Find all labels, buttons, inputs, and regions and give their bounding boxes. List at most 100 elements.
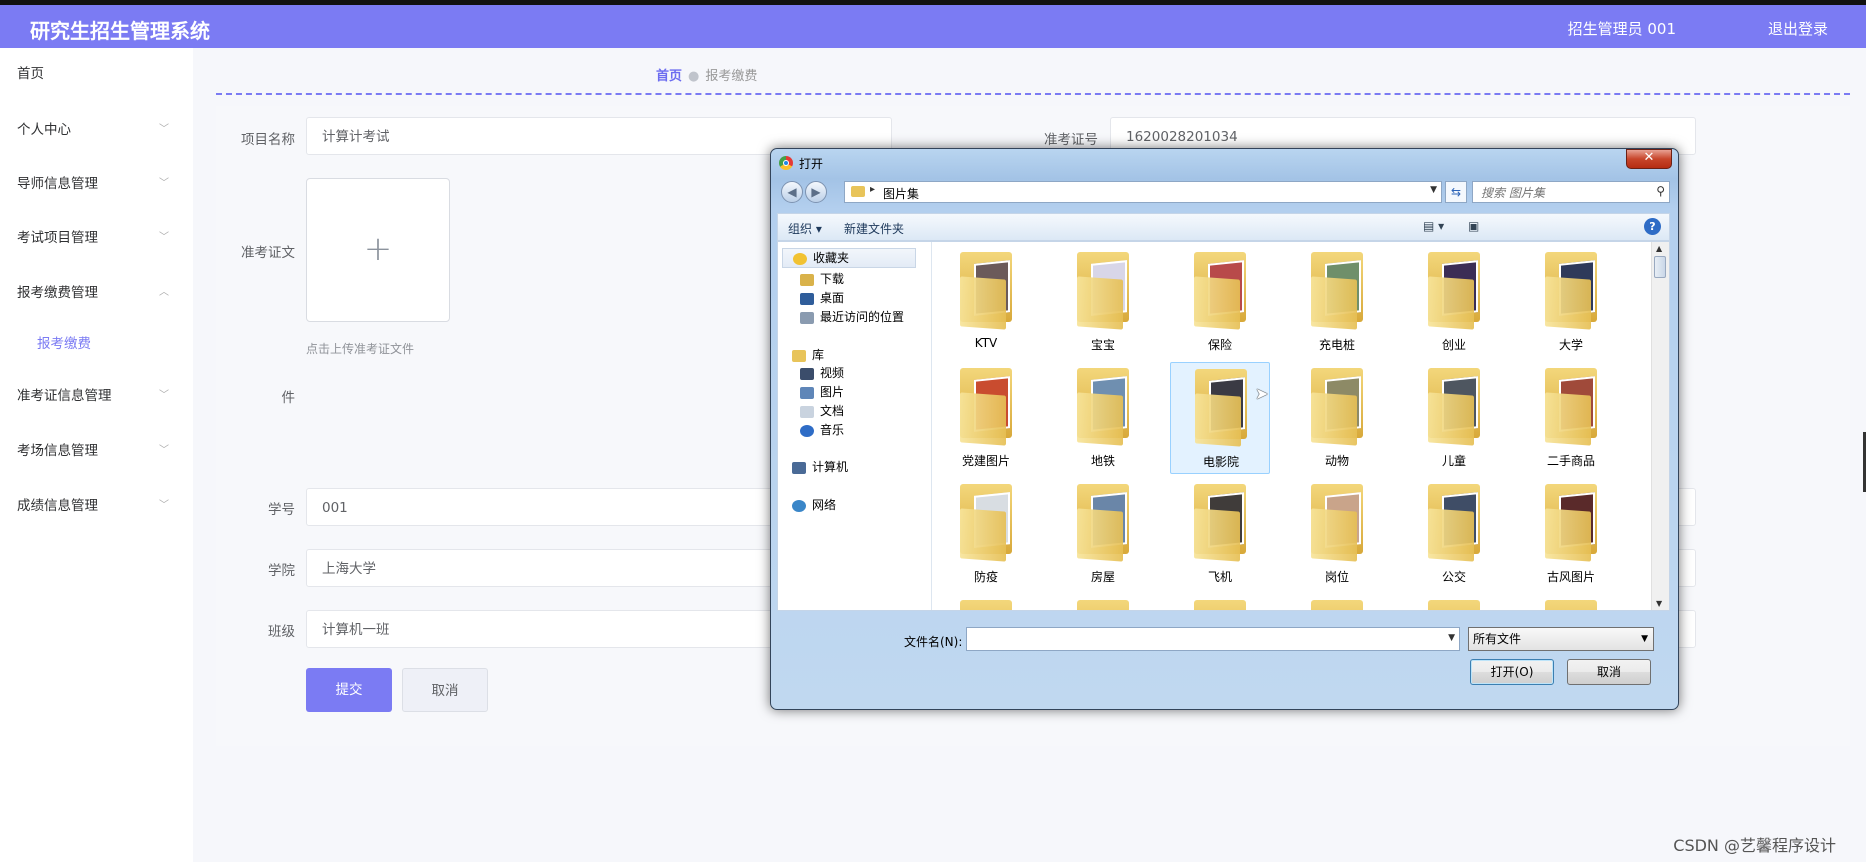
scroll-down-icon[interactable]: ▼ xyxy=(1656,599,1662,608)
folder-item[interactable]: 岗位 xyxy=(1287,478,1387,590)
folder-front xyxy=(1428,276,1474,330)
sidebar-item-exam-room-management[interactable]: 考场信息管理 ﹀ xyxy=(0,431,193,471)
folder-front xyxy=(1428,508,1474,562)
back-button[interactable]: ◀ xyxy=(781,181,803,203)
folder-item[interactable]: 保险 xyxy=(1170,246,1270,358)
preview-pane-icon[interactable]: ▣ xyxy=(1468,219,1479,233)
refresh-button[interactable]: ⇆ xyxy=(1445,181,1467,203)
breadcrumb-separator-icon: ● xyxy=(688,69,700,84)
folder-item[interactable] xyxy=(1521,594,1621,610)
sidebar-item-payment[interactable]: 报考缴费 xyxy=(0,324,193,364)
folder-item[interactable] xyxy=(1170,594,1270,610)
folder-item[interactable] xyxy=(1404,594,1504,610)
recent-places-icon xyxy=(800,311,814,324)
nav-network[interactable]: 网络 xyxy=(792,496,836,513)
nav-recent[interactable]: 最近访问的位置 xyxy=(800,308,904,325)
address-path: 图片集 xyxy=(883,187,920,201)
folder-item[interactable]: 宝宝 xyxy=(1053,246,1153,358)
folder-item[interactable]: 儿童 xyxy=(1404,362,1504,474)
dialog-title: 打开 xyxy=(799,157,824,171)
sidebar-item-exam-project-management[interactable]: 考试项目管理 ﹀ xyxy=(0,218,193,258)
folder-front xyxy=(1194,276,1240,330)
dialog-close-button[interactable]: ✕ xyxy=(1626,149,1672,169)
nav-favorites[interactable]: 收藏夹 xyxy=(782,248,916,268)
folder-item[interactable]: 二手商品 xyxy=(1521,362,1621,474)
folder-item[interactable]: 充电桩 xyxy=(1287,246,1387,358)
desktop-icon xyxy=(800,292,814,305)
chevron-down-icon[interactable]: ▼ xyxy=(1448,633,1455,643)
folder-item[interactable]: 大学 xyxy=(1521,246,1621,358)
breadcrumb-home[interactable]: 首页 xyxy=(656,69,682,84)
folder-icon xyxy=(1311,600,1363,610)
search-box[interactable]: ⚲ xyxy=(1472,181,1670,203)
folder-icon xyxy=(1194,600,1246,610)
sidebar: 首页 个人中心 ﹀ 导师信息管理 ﹀ 考试项目管理 ﹀ 报考缴费管理 ︿ 报考缴费 准考… xyxy=(0,48,193,862)
forward-button[interactable]: ▶ xyxy=(805,181,827,203)
view-options-icon[interactable]: ▤ ▾ xyxy=(1423,219,1444,233)
folder-item[interactable] xyxy=(1287,594,1387,610)
folder-item[interactable]: 电影院 xyxy=(1170,362,1270,474)
folder-item[interactable] xyxy=(1053,594,1153,610)
sidebar-item-home[interactable]: 首页 xyxy=(0,54,193,94)
nav-computer[interactable]: 计算机 xyxy=(792,458,848,475)
nav-documents[interactable]: 文档 xyxy=(800,402,844,419)
vertical-scrollbar[interactable]: ▲ ▼ xyxy=(1651,242,1669,610)
organize-menu[interactable]: 组织 ▾ xyxy=(788,220,822,237)
logout-link[interactable]: 退出登录 xyxy=(1768,18,1828,39)
address-bar[interactable]: ▸ 图片集 ▼ xyxy=(844,181,1442,203)
sidebar-item-tutor-management[interactable]: 导师信息管理 ﹀ xyxy=(0,164,193,204)
chevron-down-icon[interactable]: ▼ xyxy=(1430,185,1437,195)
dialog-cancel-button[interactable]: 取消 xyxy=(1567,659,1651,685)
file-type-select[interactable]: 所有文件 ▼ xyxy=(1468,627,1654,651)
folder-front xyxy=(960,508,1006,562)
chevron-down-icon: ﹀ xyxy=(159,445,169,456)
folder-item[interactable]: 飞机 xyxy=(1170,478,1270,590)
sidebar-item-payment-management[interactable]: 报考缴费管理 ︿ xyxy=(0,273,193,313)
folder-front xyxy=(1077,276,1123,330)
address-bar-row: ◀ ▶ ▸ 图片集 ▼ ⇆ ⚲ xyxy=(777,179,1670,207)
sidebar-item-score-management[interactable]: 成绩信息管理 ﹀ xyxy=(0,486,193,526)
help-icon[interactable]: ? xyxy=(1644,218,1661,235)
folder-label: 二手商品 xyxy=(1546,454,1595,468)
nav-music[interactable]: 音乐 xyxy=(800,421,844,438)
folder-item[interactable]: 房屋 xyxy=(1053,478,1153,590)
folder-item[interactable]: 地铁 xyxy=(1053,362,1153,474)
new-folder-button[interactable]: 新建文件夹 xyxy=(844,220,904,237)
nav-videos[interactable]: 视频 xyxy=(800,364,844,381)
folder-item[interactable]: 防疫 xyxy=(936,478,1036,590)
folder-front xyxy=(1545,276,1591,330)
nav-label: 桌面 xyxy=(820,291,845,305)
scrollbar-thumb[interactable] xyxy=(1654,256,1666,278)
sidebar-item-admission-ticket-management[interactable]: 准考证信息管理 ﹀ xyxy=(0,376,193,416)
nav-pictures[interactable]: 图片 xyxy=(800,383,844,400)
folder-item[interactable]: 古风图片 xyxy=(1521,478,1621,590)
folder-label: 电影院 xyxy=(1202,455,1239,469)
submit-button[interactable]: 提交 xyxy=(306,668,392,712)
scroll-up-icon[interactable]: ▲ xyxy=(1656,244,1662,253)
app-title: 研究生招生管理系统 xyxy=(30,19,210,43)
folder-item[interactable]: 党建图片 xyxy=(936,362,1036,474)
ticket-file-upload[interactable]: + xyxy=(306,178,450,322)
class-label: 班级 xyxy=(268,624,295,640)
folder-item[interactable]: 公交 xyxy=(1404,478,1504,590)
folder-front xyxy=(960,276,1006,330)
app-header: 研究生招生管理系统 招生管理员 001 退出登录 xyxy=(0,5,1866,48)
folder-item[interactable] xyxy=(936,594,1036,610)
sidebar-item-personal-center[interactable]: 个人中心 ﹀ xyxy=(0,110,193,150)
search-input[interactable] xyxy=(1479,183,1643,203)
nav-label: 计算机 xyxy=(812,460,849,474)
folder-front xyxy=(1311,508,1357,562)
folder-item[interactable]: 动物 xyxy=(1287,362,1387,474)
nav-desktop[interactable]: 桌面 xyxy=(800,289,844,306)
folder-label: 古风图片 xyxy=(1546,570,1595,584)
open-button[interactable]: 打开(O) xyxy=(1470,659,1554,685)
folder-item[interactable]: KTV xyxy=(936,246,1036,358)
nav-label: 视频 xyxy=(820,366,845,380)
folder-item[interactable]: 创业 xyxy=(1404,246,1504,358)
nav-downloads[interactable]: 下载 xyxy=(800,270,844,287)
folder-icon xyxy=(1428,600,1480,610)
filename-input[interactable]: ▼ xyxy=(966,627,1460,651)
chevron-right-icon: ▸ xyxy=(870,184,876,195)
cancel-button[interactable]: 取消 xyxy=(402,668,488,712)
nav-libraries[interactable]: 库 xyxy=(792,346,824,363)
